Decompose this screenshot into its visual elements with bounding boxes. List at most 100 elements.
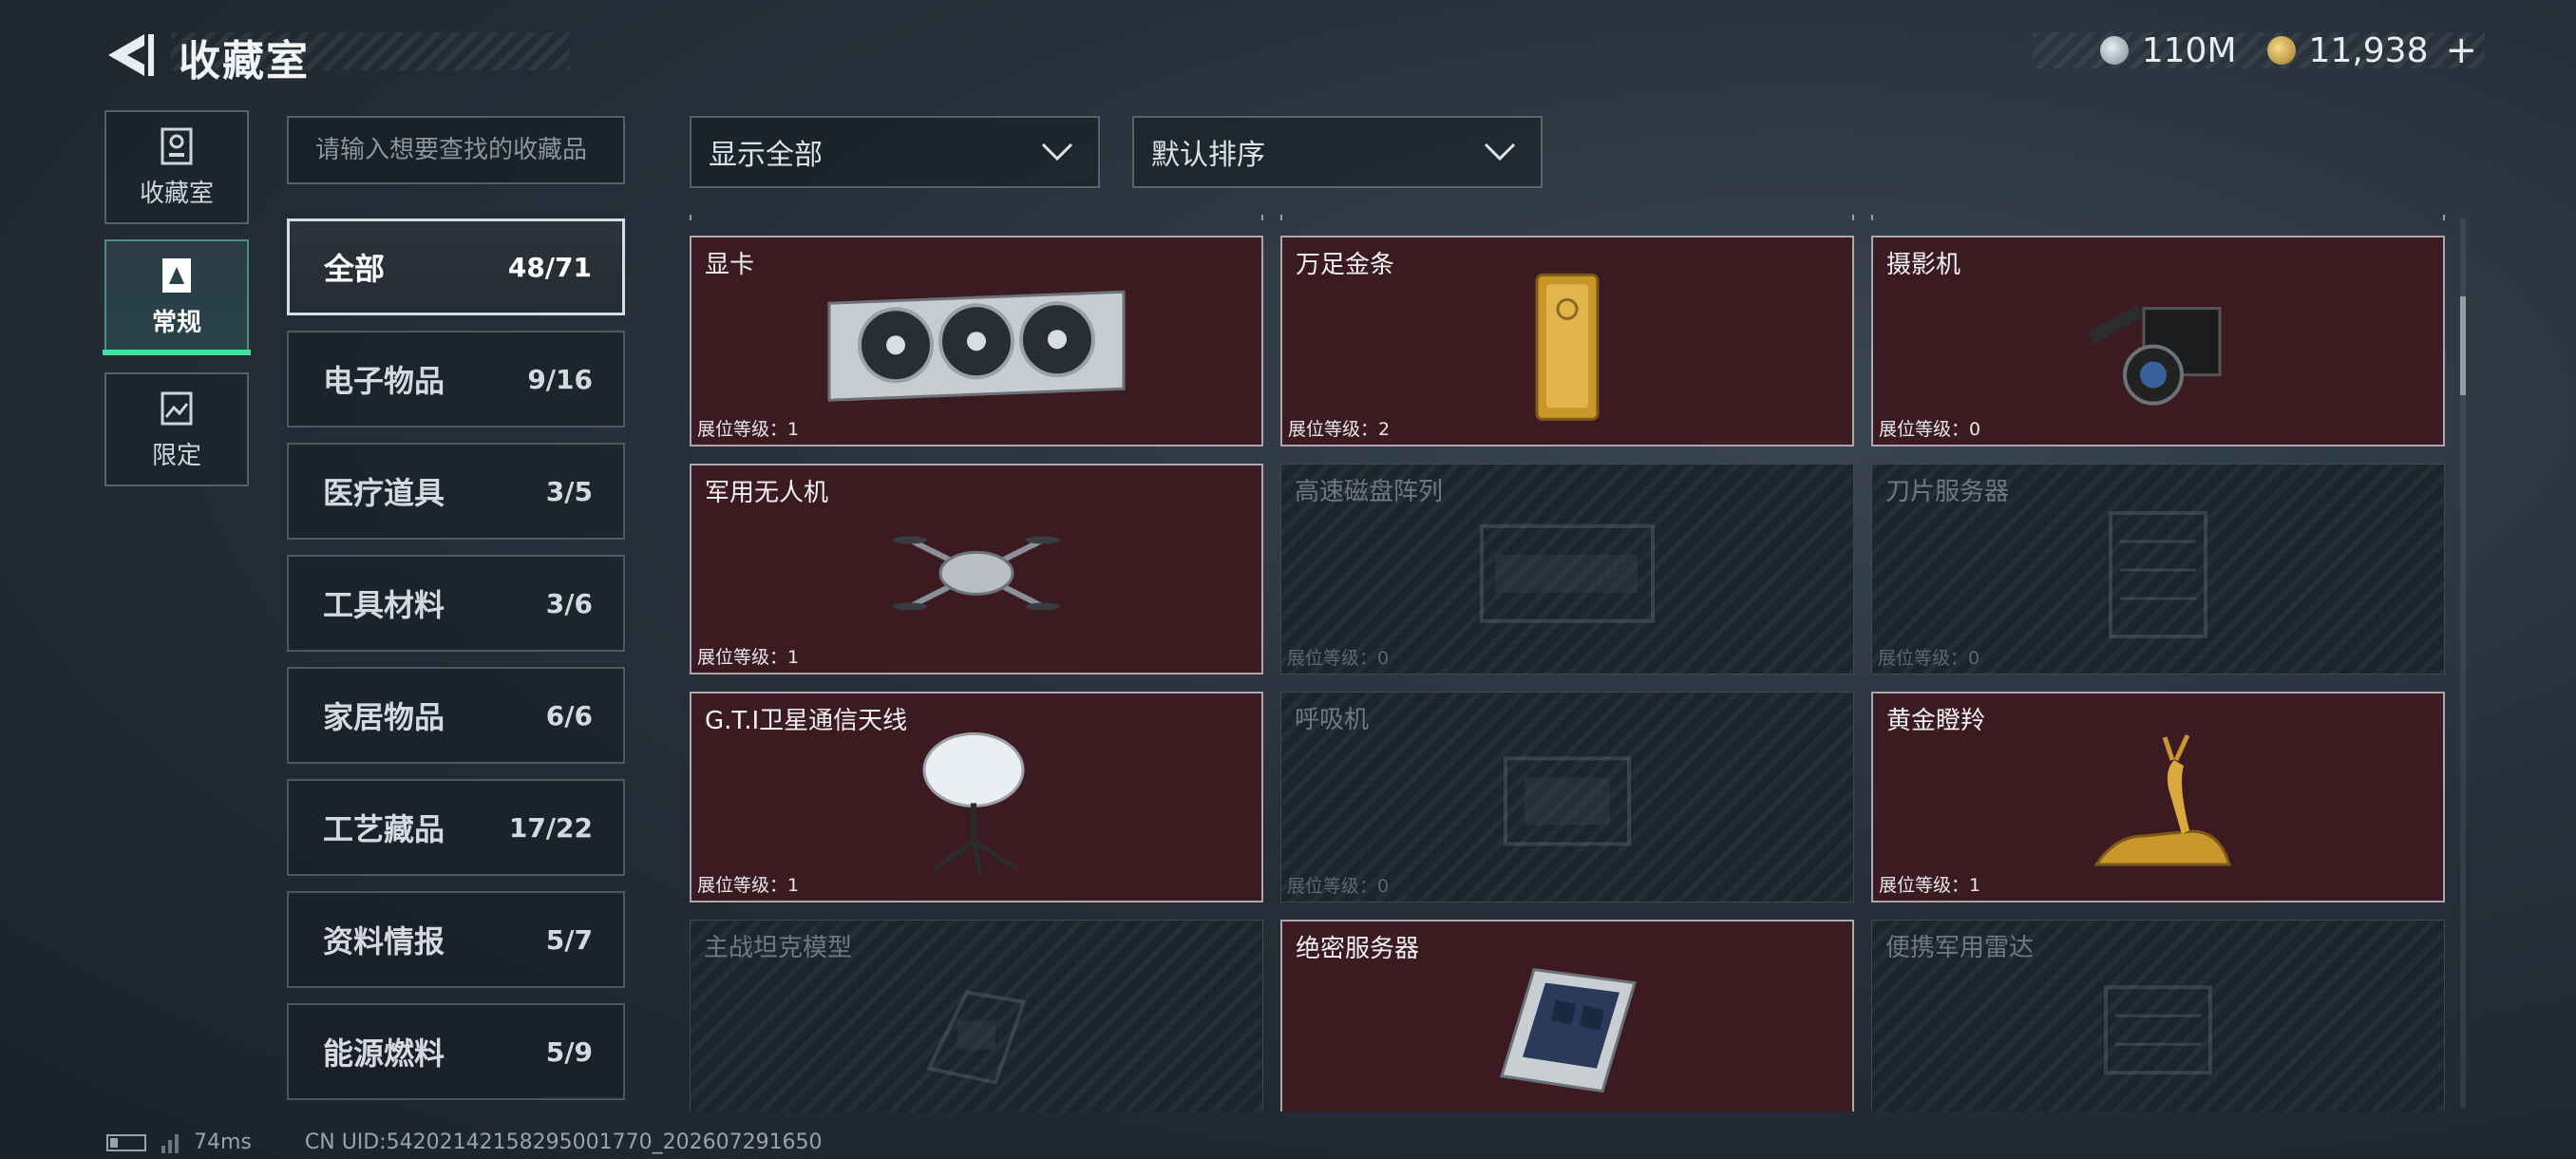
nav-item-collection[interactable]: 收藏室 [104, 110, 249, 224]
item-name: 绝密服务器 [1296, 935, 1420, 963]
item-name: 高速磁盘阵列 [1295, 478, 1444, 506]
item-card[interactable]: 显卡 展位等级：1 [690, 236, 1263, 446]
camera-icon [2087, 304, 2222, 406]
golden-gazelle-icon [2093, 733, 2231, 866]
category-count: 9/16 [527, 363, 593, 395]
item-card-locked[interactable]: 高速磁盘阵列 展位等级：0 [1280, 464, 1854, 674]
category-name: 电子物品 [323, 363, 445, 399]
category-household[interactable]: 家居物品 6/6 [287, 667, 625, 764]
item-name: 主战坦克模型 [704, 934, 853, 962]
item-level: 展位等级：0 [1878, 648, 1980, 669]
category-medical[interactable]: 医疗道具 3/5 [287, 443, 625, 540]
search-box[interactable] [287, 116, 625, 184]
item-card[interactable]: 绝密服务器 [1280, 920, 1854, 1112]
category-count: 5/7 [545, 923, 593, 956]
picture-icon [161, 391, 193, 425]
sort-dropdown[interactable]: 默认排序 [1132, 116, 1543, 188]
page-title: 收藏室 [179, 37, 310, 86]
item-name: 呼吸机 [1295, 706, 1370, 734]
item-name: 军用无人机 [705, 479, 829, 507]
currency-bar: 110M 11,938 + [2033, 28, 2485, 72]
category-count: 6/6 [545, 699, 593, 732]
category-electronics[interactable]: 电子物品 9/16 [287, 331, 625, 428]
item-level: 展位等级：0 [1287, 648, 1390, 669]
nav-label: 限定 [151, 441, 201, 470]
category-count: 48/71 [507, 251, 592, 283]
item-card[interactable]: G.T.I卫星通信天线 展位等级：1 [690, 692, 1263, 902]
gpu-icon [827, 290, 1126, 402]
item-card-locked[interactable]: 便携军用雷达 [1871, 920, 2445, 1112]
category-name: 医疗道具 [323, 475, 445, 511]
ventilator-icon [1504, 756, 1631, 846]
item-level: 展位等级：2 [1288, 419, 1391, 440]
category-count: 3/6 [545, 587, 593, 619]
item-card-locked[interactable]: 刀片服务器 展位等级：0 [1871, 464, 2445, 674]
category-energy[interactable]: 能源燃料 5/9 [287, 1003, 625, 1100]
back-arrow-icon[interactable] [103, 28, 156, 82]
item-name: 摄影机 [1886, 251, 1961, 279]
grid-edge-mark [1871, 215, 1873, 220]
sort-value: 默认排序 [1151, 139, 1265, 172]
currency-silver-amount: 110M [2141, 30, 2237, 70]
battery-icon [106, 1133, 146, 1151]
item-card[interactable]: 军用无人机 展位等级：1 [690, 464, 1263, 674]
uid-text: CN UID:54202142158295001770_202607291650 [304, 1130, 823, 1154]
item-level: 展位等级：1 [697, 419, 800, 440]
category-count: 17/22 [508, 811, 593, 844]
nav-label: 收藏室 [139, 179, 214, 208]
category-crafts[interactable]: 工艺藏品 17/22 [287, 779, 625, 876]
item-name: 刀片服务器 [1885, 478, 2010, 506]
item-card[interactable]: 摄影机 展位等级：0 [1871, 236, 2445, 446]
signal-icon [161, 1132, 179, 1153]
item-name: 黄金瞪羚 [1886, 707, 1986, 735]
silver-coin-icon [2099, 36, 2129, 65]
grid-edge-mark [2443, 215, 2445, 220]
add-currency-button[interactable]: + [2445, 28, 2477, 72]
grid-edge-mark [1852, 215, 1854, 220]
item-level: 展位等级：0 [1879, 419, 1981, 440]
category-name: 家居物品 [323, 699, 445, 735]
item-name: 显卡 [705, 251, 755, 279]
item-name: G.T.I卫星通信天线 [705, 707, 908, 735]
item-name: 万足金条 [1296, 251, 1395, 279]
category-name: 能源燃料 [323, 1036, 445, 1072]
item-card[interactable]: 万足金条 展位等级：2 [1280, 236, 1854, 446]
nav-item-limited[interactable]: 限定 [104, 372, 249, 486]
gold-bar-icon [1535, 273, 1600, 421]
ping-value: 74ms [194, 1130, 252, 1154]
item-level: 展位等级：1 [1879, 875, 1981, 896]
radar-icon [2104, 985, 2212, 1075]
item-level: 展位等级：0 [1287, 876, 1390, 897]
drone-icon [893, 536, 1060, 611]
disk-array-icon [1480, 523, 1655, 623]
category-name: 工艺藏品 [323, 811, 445, 847]
category-tools[interactable]: 工具材料 3/6 [287, 555, 625, 652]
blade-server-icon [2109, 511, 2207, 638]
category-intel[interactable]: 资料情报 5/7 [287, 891, 625, 988]
category-name: 全部 [324, 251, 386, 287]
item-name: 便携军用雷达 [1885, 934, 2035, 962]
nav-item-regular[interactable]: 常规 [104, 239, 249, 353]
display-filter-dropdown[interactable]: 显示全部 [690, 116, 1100, 188]
display-filter-value: 显示全部 [709, 139, 823, 172]
status-footer: 74ms CN UID:54202142158295001770_2026072… [106, 1130, 823, 1154]
grid-edge-mark [1280, 215, 1282, 220]
grid-scrollbar-thumb[interactable] [2460, 296, 2466, 395]
item-card[interactable]: 黄金瞪羚 展位等级：1 [1871, 692, 2445, 902]
item-card-locked[interactable]: 主战坦克模型 [690, 920, 1263, 1112]
grid-edge-mark [690, 215, 691, 220]
tank-model-icon [926, 990, 1027, 1085]
item-card-locked[interactable]: 呼吸机 展位等级：0 [1280, 692, 1854, 902]
collection-grid: 显卡 展位等级：1 万足金条 展位等级：2 摄影机 展位等级：0 军用无人机 展… [690, 215, 2445, 1112]
search-input[interactable] [313, 135, 623, 165]
category-count: 5/9 [545, 1036, 593, 1068]
category-all[interactable]: 全部 48/71 [287, 218, 625, 315]
gold-coin-icon [2266, 36, 2296, 65]
grid-edge-mark [1261, 215, 1263, 220]
category-name: 工具材料 [323, 587, 445, 623]
nav-label: 常规 [151, 308, 201, 337]
chevron-down-icon [1484, 142, 1516, 162]
server-icon [1500, 967, 1637, 1093]
currency-gold-amount: 11,938 [2308, 30, 2429, 70]
category-count: 3/5 [545, 475, 593, 507]
